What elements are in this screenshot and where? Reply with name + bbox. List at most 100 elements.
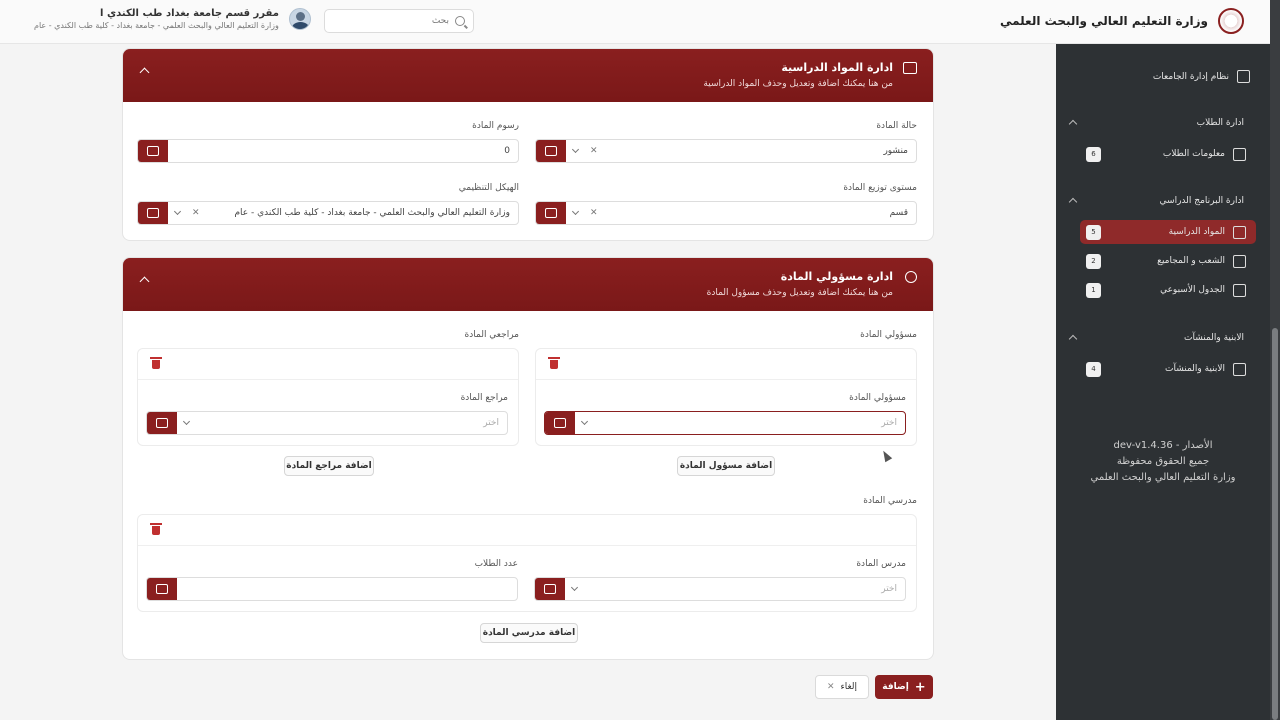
materials-card-title: ادارة المواد الدراسية <box>781 61 893 74</box>
status-select[interactable]: منشور ✕ <box>535 139 917 163</box>
collapse-chevron-icon[interactable] <box>139 67 150 78</box>
sidebar-section-program[interactable]: ادارة البرنامج الدراسي <box>1068 196 1244 207</box>
ministry-logo-icon <box>1218 8 1244 34</box>
chevron-down-icon[interactable] <box>570 583 579 592</box>
chevron-down-icon[interactable] <box>571 207 580 216</box>
sidebar-item-sections-groups[interactable]: الشعب و المجاميع 2 <box>1080 249 1256 273</box>
chevron-down-icon[interactable] <box>580 417 589 426</box>
plus-icon: + <box>914 679 926 695</box>
books-icon <box>1233 225 1246 239</box>
user-org: وزارة التعليم العالي والبحث العلمي - جام… <box>34 21 279 30</box>
officials-card-header: ادارة مسؤولي المادة من هنا يمكنك اضافة و… <box>123 258 933 311</box>
students-count-label: عدد الطلاب <box>474 559 518 569</box>
trash-icon[interactable] <box>150 357 162 369</box>
reviewers-group-label: مراجعي المادة <box>464 330 519 340</box>
user-name: مقرر قسم جامعة بغداد طب الكندي ا <box>100 8 279 19</box>
sidebar: نظام إدارة الجامعات ادارة الطلاب معلومات… <box>1056 44 1270 720</box>
count-badge: 4 <box>1086 361 1101 377</box>
sidebar-footer: الأصدار - dev-v1.4.36 جميع الحقوق محفوظة… <box>1056 438 1270 486</box>
fees-label: رسوم المادة <box>472 121 519 131</box>
submit-button[interactable]: + إضافة <box>875 675 933 699</box>
chevron-down-icon[interactable] <box>173 207 182 216</box>
chevron-up-icon <box>1068 119 1078 129</box>
collapse-chevron-icon[interactable] <box>139 276 150 287</box>
sidebar-item-buildings[interactable]: الابنية والمنشآت 4 <box>1080 357 1256 381</box>
chevron-down-icon[interactable] <box>182 417 191 426</box>
field-addon <box>536 202 566 224</box>
official-field-label: مسؤولي المادة <box>849 393 906 403</box>
sidebar-section-students[interactable]: ادارة الطلاب <box>1068 118 1244 129</box>
clear-icon[interactable]: ✕ <box>585 146 603 156</box>
distribution-label: مستوى توزيع المادة <box>843 183 917 193</box>
building-icon <box>1233 362 1246 376</box>
trash-icon[interactable] <box>548 357 560 369</box>
officials-card: ادارة مسؤولي المادة من هنا يمكنك اضافة و… <box>122 257 934 660</box>
search-icon <box>455 16 465 26</box>
search-input[interactable] <box>339 16 449 26</box>
org-structure-select[interactable]: وزارة التعليم العالي والبحث العلمي - جام… <box>137 201 519 225</box>
cancel-button[interactable]: إلغاء ✕ <box>815 675 869 699</box>
teacher-select[interactable]: اختر <box>534 577 906 601</box>
user-icon <box>905 271 917 283</box>
officials-group-label: مسؤولي المادة <box>860 330 917 340</box>
chevron-up-icon <box>1068 197 1078 207</box>
hierarchy-icon <box>1233 254 1246 268</box>
reviewer-select[interactable]: اختر <box>146 411 508 435</box>
officials-card-title: ادارة مسؤولي المادة <box>780 270 893 283</box>
teachers-group: مدرس المادة اختر عدد الطلاب <box>137 514 917 612</box>
search-box[interactable] <box>324 9 474 33</box>
count-badge: 6 <box>1086 146 1101 162</box>
materials-card: ادارة المواد الدراسية من هنا يمكنك اضافة… <box>122 48 934 241</box>
sidebar-item-weekly-schedule[interactable]: الجدول الأسبوعي 1 <box>1080 278 1256 302</box>
org-structure-label: الهيكل التنظيمي <box>458 183 519 193</box>
materials-card-subtitle: من هنا يمكنك اضافة وتعديل وحذف المواد ال… <box>703 79 893 89</box>
chart-icon <box>1237 70 1250 83</box>
book-icon <box>545 208 557 218</box>
top-bar: وزارة التعليم العالي والبحث العلمي مقرر … <box>0 0 1270 44</box>
book-icon <box>545 146 557 156</box>
clear-icon[interactable]: ✕ <box>187 208 205 218</box>
count-badge: 2 <box>1086 253 1101 269</box>
add-reviewer-button[interactable]: اضافة مراجع المادة <box>284 456 374 476</box>
field-addon <box>138 202 168 224</box>
students-count-input[interactable] <box>146 577 518 601</box>
field-addon <box>138 140 168 162</box>
reviewer-field-label: مراجع المادة <box>460 393 508 403</box>
sidebar-item-student-info[interactable]: معلومات الطلاب 6 <box>1080 142 1256 166</box>
add-teacher-button[interactable]: اضافة مدرسي المادة <box>480 623 578 643</box>
user-profile[interactable]: مقرر قسم جامعة بغداد طب الكندي ا وزارة ا… <box>34 8 311 30</box>
materials-card-header: ادارة المواد الدراسية من هنا يمكنك اضافة… <box>123 49 933 102</box>
sidebar-item-materials[interactable]: المواد الدراسية 5 <box>1080 220 1256 244</box>
trash-icon[interactable] <box>150 523 162 535</box>
teachers-group-label: مدرسي المادة <box>863 496 917 506</box>
scrollbar-thumb[interactable] <box>1272 328 1278 720</box>
id-card-icon <box>156 418 168 428</box>
add-official-button[interactable]: اضافة مسؤول المادة <box>677 456 775 476</box>
chevron-up-icon <box>1068 334 1078 344</box>
brand[interactable]: وزارة التعليم العالي والبحث العلمي <box>1000 8 1244 34</box>
sidebar-section-buildings[interactable]: الابنية والمنشآت <box>1068 333 1244 344</box>
rights-text: جميع الحقوق محفوظة <box>1116 456 1210 467</box>
clear-icon[interactable]: ✕ <box>585 208 603 218</box>
count-badge: 5 <box>1086 224 1101 240</box>
teacher-field-label: مدرس المادة <box>856 559 906 569</box>
field-addon <box>147 412 177 434</box>
count-badge: 1 <box>1086 282 1101 298</box>
field-addon <box>536 140 566 162</box>
id-card-icon <box>544 584 556 594</box>
graduation-cap-icon <box>1233 147 1246 161</box>
id-card-icon <box>156 584 168 594</box>
fees-input[interactable]: 0 <box>137 139 519 163</box>
field-addon <box>545 412 575 434</box>
chevron-down-icon[interactable] <box>571 145 580 154</box>
brand-title: وزارة التعليم العالي والبحث العلمي <box>999 14 1208 28</box>
distribution-select[interactable]: قسم ✕ <box>535 201 917 225</box>
book-open-icon <box>903 62 917 74</box>
sidebar-system-title[interactable]: نظام إدارة الجامعات <box>1153 70 1250 83</box>
version-text: الأصدار - dev-v1.4.36 <box>1113 440 1213 451</box>
calendar-icon <box>1233 283 1246 297</box>
org-text: وزارة التعليم العالي والبحث العلمي <box>1090 472 1236 483</box>
official-select[interactable]: اختر <box>544 411 906 435</box>
avatar[interactable] <box>288 8 311 30</box>
id-card-icon <box>554 418 566 428</box>
